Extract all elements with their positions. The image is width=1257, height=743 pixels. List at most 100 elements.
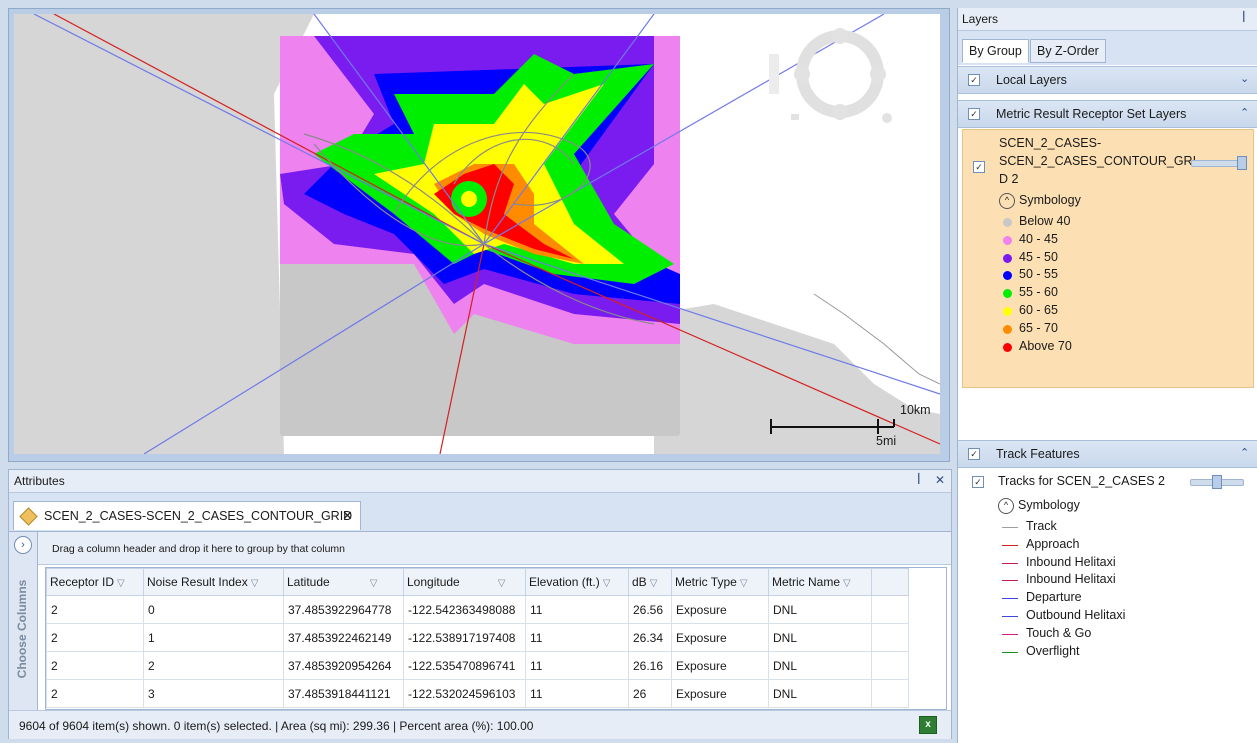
legend-label: 40 - 45 (1019, 231, 1058, 246)
group-hint-text: Drag a column header and drop it here to… (52, 543, 346, 555)
choose-columns-strip[interactable]: › Choose Columns (9, 532, 38, 710)
legend-line (1002, 616, 1018, 617)
filter-icon: ▽ (602, 578, 611, 589)
table-row[interactable]: 2 3 37.4853918441121 -122.532024596103 11 26 E… (46, 679, 909, 708)
legend-line (1002, 633, 1018, 635)
tab-by-group[interactable]: By Group (962, 39, 1029, 63)
collapse-symbology-icon[interactable]: ^ (999, 193, 1015, 209)
legend-label: 55 - 60 (1019, 285, 1058, 300)
chevron-right-icon[interactable]: › (14, 536, 32, 554)
tab-close-icon[interactable]: ✕ (342, 508, 353, 524)
col-header[interactable]: Longitude ▽ (403, 568, 526, 596)
table-header-row: Receptor ID ▽ Noise Result Index ▽ Latitud… (46, 568, 909, 596)
pan-control[interactable] (769, 28, 892, 123)
status-text: 9604 of 9604 item(s) shown. 0 item(s) se… (19, 719, 534, 733)
section-track-features[interactable]: ✓ Track Features ⌃ (958, 440, 1257, 468)
section-local-layers[interactable]: ✓ Local Layers ⌄ (958, 66, 1257, 94)
receptor-layer-checkbox[interactable]: ✓ (973, 161, 985, 173)
col-header[interactable]: Noise Result Index ▽ (143, 568, 284, 596)
land-east (654, 304, 940, 454)
filter-icon: ▽ (250, 578, 259, 589)
legend-label: Outbound Helitaxi (1026, 608, 1126, 622)
metric-layers-checkbox[interactable]: ✓ (968, 108, 980, 120)
chevron-up-icon[interactable]: ⌃ (1240, 106, 1249, 119)
col-header[interactable]: Metric Type ▽ (671, 568, 769, 596)
chevron-down-icon[interactable]: ⌄ (1240, 72, 1249, 85)
legend-swatch (1003, 307, 1012, 316)
pin-icon[interactable]: ꟾ (917, 473, 921, 487)
collapse-symbology-icon[interactable]: ^ (998, 498, 1014, 514)
symbology-label: Symbology (1018, 498, 1080, 512)
opacity-slider-thumb[interactable] (1237, 156, 1247, 170)
legend-label: Inbound Helitaxi (1026, 572, 1116, 587)
map-canvas (14, 14, 940, 454)
legend-label: 65 - 70 (1019, 320, 1058, 335)
map-view[interactable]: 10km 5mi (14, 14, 940, 454)
track-layer-checkbox[interactable]: ✓ (972, 476, 984, 488)
section-label: Track Features (996, 447, 1080, 461)
legend-label: Approach (1026, 536, 1080, 551)
legend-line (1002, 651, 1018, 653)
track-layer-name: Tracks for SCEN_2_CASES 2 (998, 474, 1165, 488)
layers-title: Layers (962, 12, 999, 26)
scale-mi-label: 5mi (876, 434, 897, 448)
legend-line (1002, 527, 1018, 528)
section-metric-layers[interactable]: ✓ Metric Result Receptor Set Layers ⌃ (958, 100, 1257, 128)
section-label: Local Layers (996, 73, 1067, 87)
scale-km-label: 10km (900, 403, 931, 417)
legend-line (1002, 580, 1018, 582)
chevron-up-icon[interactable]: ⌃ (1240, 446, 1249, 459)
col-header[interactable]: Elevation (ft.) ▽ (525, 568, 629, 596)
attributes-panel: Attributes ꟾ ✕ SCEN_2_CASES-SCEN_2_CASES… (8, 469, 952, 739)
legend-label: Departure (1026, 590, 1082, 605)
legend-label: Overflight (1026, 643, 1080, 658)
legend-label: Above 70 (1019, 338, 1072, 353)
table-row[interactable]: 2 0 37.4853922964778 -122.542363498088 11 26.… (46, 595, 909, 624)
table-row[interactable]: 2 1 37.4853922462149 -122.538917197408 11 26.… (46, 623, 909, 652)
legend-label: Touch & Go (1026, 625, 1092, 640)
legend-label: Track (1026, 519, 1057, 533)
tab-label: SCEN_2_CASES-SCEN_2_CASES_CONTOUR_GRID (44, 509, 353, 523)
legend-swatch (1003, 253, 1012, 263)
status-bar: 9604 of 9604 item(s) shown. 0 item(s) se… (9, 710, 951, 739)
close-icon[interactable]: ✕ (935, 473, 945, 487)
filter-icon: ▽ (497, 578, 506, 589)
layer-name-line2: SCEN_2_CASES_CONTOUR_GRI (999, 154, 1197, 168)
tab-contour-grid[interactable]: SCEN_2_CASES-SCEN_2_CASES_CONTOUR_GRID ✕ (13, 501, 361, 530)
layer-name-line1: SCEN_2_CASES- (999, 136, 1102, 150)
track-layer-item[interactable]: ✓ Tracks for SCEN_2_CASES 2 ^ Symbology … (958, 468, 1257, 668)
col-header[interactable]: Receptor ID ▽ (46, 568, 144, 596)
legend-label: 45 - 50 (1019, 249, 1058, 264)
layer-diamond-icon (19, 507, 38, 526)
col-header[interactable]: Latitude ▽ (283, 568, 404, 596)
table-row[interactable]: 2 2 37.4853920954264 -122.535470896741 11 26.… (46, 651, 909, 680)
tab-by-z-order[interactable]: By Z-Order (1030, 39, 1106, 63)
filter-icon: ▽ (843, 578, 851, 589)
legend-label: Inbound Helitaxi (1026, 554, 1116, 569)
zoom-slider[interactable] (769, 54, 779, 94)
filter-icon: ▽ (739, 578, 748, 589)
col-header[interactable]: Metric Name ▽ (768, 568, 872, 596)
track-features-checkbox[interactable]: ✓ (968, 448, 980, 460)
track-opacity-slider-thumb[interactable] (1212, 475, 1222, 489)
legend-swatch (1003, 271, 1012, 281)
export-excel-icon[interactable]: x (919, 716, 937, 734)
group-by-area[interactable]: Drag a column header and drop it here to… (38, 532, 951, 565)
legend-swatch (1003, 218, 1012, 227)
legend-swatch (1003, 324, 1012, 334)
legend-label: Below 40 (1019, 214, 1071, 228)
filter-icon: ▽ (649, 578, 658, 589)
pin-icon[interactable]: ꟾ (1242, 11, 1246, 25)
legend-line (1002, 562, 1018, 564)
layers-panel: Layers ꟾ By Group By Z-Order ✓ Local Lay… (957, 8, 1257, 743)
col-header[interactable]: dB ▽ (628, 568, 672, 596)
filter-icon: ▽ (117, 578, 125, 589)
legend-swatch (1003, 342, 1012, 352)
layer-name-line3: D 2 (999, 172, 1019, 186)
receptor-layer-item[interactable]: ✓ SCEN_2_CASES- SCEN_2_CASES_CONTOUR_GRI… (962, 129, 1254, 388)
local-layers-checkbox[interactable]: ✓ (968, 74, 980, 86)
section-label: Metric Result Receptor Set Layers (996, 107, 1187, 121)
filter-icon: ▽ (369, 578, 378, 589)
layers-tabs: By Group By Z-Order (958, 31, 1257, 65)
legend-line (1002, 544, 1018, 546)
